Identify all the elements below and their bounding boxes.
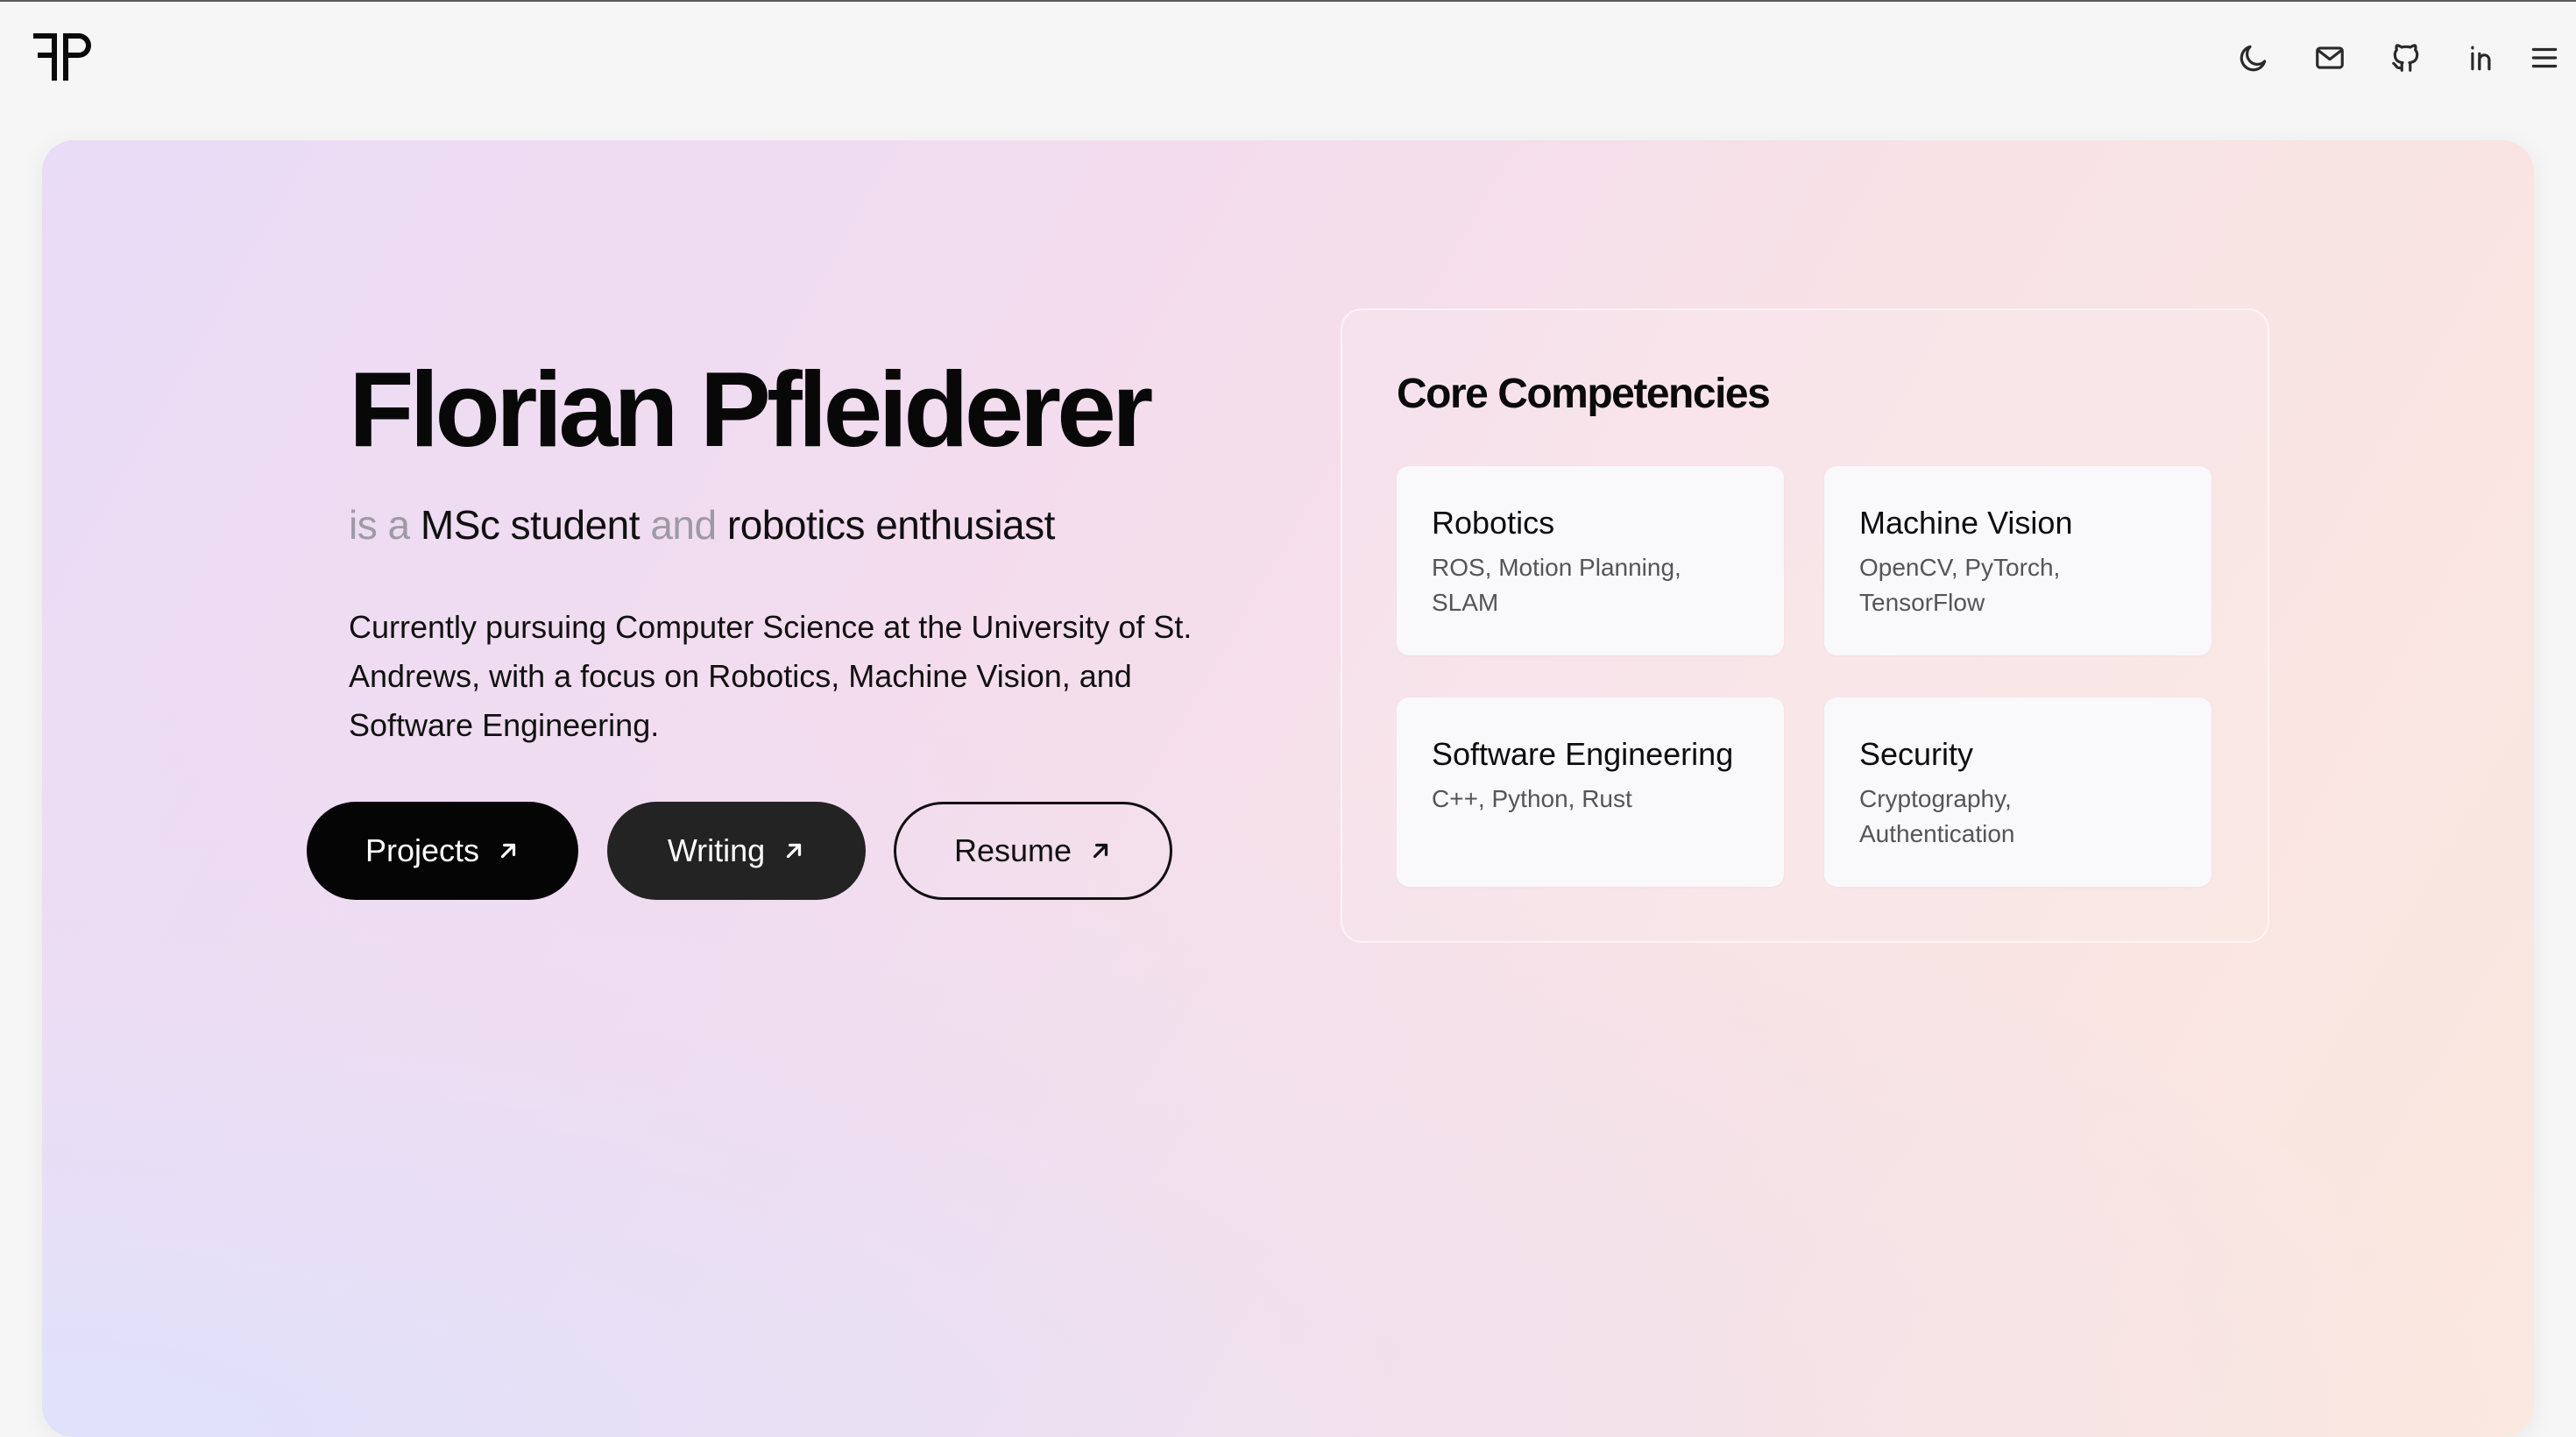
competency-skills: ROS, Motion Planning, SLAM xyxy=(1432,554,1681,616)
competency-title: Security xyxy=(1859,736,1974,772)
linkedin-icon xyxy=(2471,46,2491,71)
moon-icon xyxy=(2240,45,2267,72)
writing-button[interactable]: Writing xyxy=(607,802,866,900)
hero-description: Currently pursuing Computer Science at t… xyxy=(349,609,1192,743)
competency-card-robotics: Robotics ROS, Motion Planning, SLAM xyxy=(1397,466,1784,655)
core-competencies-panel: Core Competencies Robotics ROS, Motion P… xyxy=(1341,308,2269,943)
competency-card-machine-vision: Machine Vision OpenCV, PyTorch, TensorFl… xyxy=(1824,466,2212,655)
arrow-up-right-icon xyxy=(1093,843,1108,859)
resume-button[interactable]: Resume xyxy=(894,802,1172,900)
tagline-role: MSc student xyxy=(420,502,640,548)
github-link[interactable] xyxy=(2381,33,2431,82)
competency-card-software-engineering: Software Engineering C++, Python, Rust xyxy=(1397,697,1784,887)
tagline: is a MSc student and robotics enthusiast xyxy=(349,501,1055,549)
tagline-prefix: is a xyxy=(349,502,421,548)
projects-button[interactable]: Projects xyxy=(307,802,578,900)
page-title: Florian Pfleiderer xyxy=(349,350,1153,469)
competency-card-security: Security Cryptography, Authentication xyxy=(1824,697,2212,887)
competency-title: Software Engineering xyxy=(1432,736,1734,772)
menu-icon xyxy=(2531,47,2558,68)
arrow-up-right-icon xyxy=(500,843,516,859)
resume-button-label: Resume xyxy=(953,832,1072,868)
competency-title: Machine Vision xyxy=(1859,505,2073,541)
fp-logo-icon xyxy=(33,33,91,81)
hero-section: Florian Pfleiderer is a MSc student and … xyxy=(42,140,2534,1437)
email-link[interactable] xyxy=(2305,33,2354,82)
competency-title: Robotics xyxy=(1432,505,1555,541)
arrow-up-right-icon xyxy=(787,843,802,859)
competency-skills: Cryptography, Authentication xyxy=(1859,785,2015,847)
competency-skills: OpenCV, PyTorch, TensorFlow xyxy=(1859,554,2061,616)
linkedin-link[interactable] xyxy=(2458,33,2507,82)
menu-button[interactable] xyxy=(2520,33,2569,82)
competencies-title: Core Competencies xyxy=(1397,371,1771,417)
github-icon xyxy=(2392,44,2419,72)
mail-icon xyxy=(2316,46,2344,69)
writing-button-label: Writing xyxy=(667,832,766,868)
top-navigation xyxy=(0,2,2576,112)
competency-skills: C++, Python, Rust xyxy=(1432,785,1632,812)
projects-button-label: Projects xyxy=(364,832,480,868)
dark-mode-toggle[interactable] xyxy=(2229,33,2278,82)
tagline-interest: robotics enthusiast xyxy=(726,502,1056,548)
site-logo[interactable] xyxy=(33,33,93,81)
tagline-conjunction: and xyxy=(640,502,727,548)
